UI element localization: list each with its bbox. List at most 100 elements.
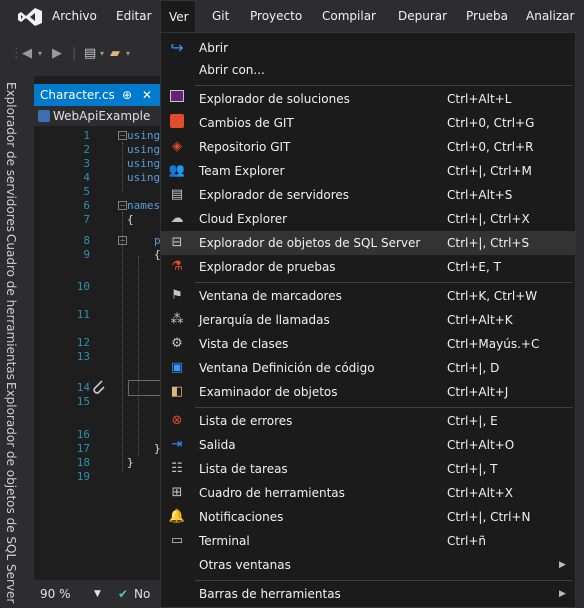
solution-explorer-icon [167,90,187,108]
check-circle-icon: ✔ [118,587,129,601]
menu-item-explorador-pruebas[interactable]: ⚗ Explorador de pruebas Ctrl+E, T [161,255,575,279]
menu-analizar[interactable]: Analizar [518,0,582,32]
zoom-level[interactable]: 90 % [40,580,71,608]
code-line: { [127,213,134,226]
line-number: 1 [83,129,90,142]
menu-depurar[interactable]: Depurar [390,0,455,32]
fold-toggle[interactable]: − [118,236,127,245]
line-number: 4 [83,171,90,184]
toolbar: ⋮ ◀ ▾ ▶ | ▤ ▾ ▰ ▾ [0,32,160,76]
toolbar-separator: | [72,46,77,61]
back-icon[interactable]: ◀ [22,46,32,61]
menu-item-jerarquia-llamadas[interactable]: ⁂ Jerarquía de llamadas Ctrl+Alt+K [161,308,575,332]
menu-separator [195,580,573,581]
pin-icon[interactable]: ⊕ [122,84,132,106]
menu-item-otras-ventanas[interactable]: Otras ventanas ▶ [161,553,575,577]
document-tab[interactable]: Character.cs ⊕ ✕ [34,84,160,106]
issues-status[interactable]: No [134,580,150,608]
menu-item-definicion-codigo[interactable]: ▣ Ventana Definición de código Ctrl+|, D [161,356,575,380]
close-icon[interactable]: ✕ [142,84,152,106]
menu-item-repositorio-git[interactable]: ◈ Repositorio GIT Ctrl+0, Ctrl+R [161,135,575,159]
new-item-dropdown-icon[interactable]: ▾ [100,49,104,58]
object-browser-icon: ◧ [170,384,184,399]
toolbox-icon: ⊞ [171,485,183,500]
open-folder-icon[interactable]: ▰ [110,46,120,61]
tab-explorador-sql-server[interactable]: Explorador de objetos de SQL Server [4,382,18,603]
menu-item-cloud-explorer[interactable]: ☁ Cloud Explorer Ctrl+|, Ctrl+X [161,207,575,231]
line-number: 14 [76,381,90,394]
redo-arrow-icon: ↪ [170,38,184,57]
line-number: 6 [83,199,90,212]
menu-item-abrir[interactable]: ↪ Abrir [161,36,575,60]
menu-item-explorador-soluciones[interactable]: Explorador de soluciones Ctrl+Alt+L [161,87,575,111]
menu-item-notificaciones[interactable]: 🔔 Notificaciones Ctrl+|, Ctrl+N [161,505,575,529]
navigation-bar[interactable]: WebApiExample [34,106,160,126]
code-definition-icon: ▣ [170,360,184,375]
menu-ver[interactable]: Ver [160,0,196,32]
menu-item-lista-tareas[interactable]: ☷ Lista de tareas Ctrl+|, T [161,457,575,481]
project-icon [38,110,50,122]
new-item-icon[interactable]: ▤ [84,46,96,61]
line-number: 11 [76,308,90,321]
menu-editar[interactable]: Editar [108,0,160,32]
menu-item-vista-clases[interactable]: ⚙ Vista de clases Ctrl+Mayús.+C [161,332,575,356]
menu-item-barras-herramientas[interactable]: Barras de herramientas ▶ [161,582,575,606]
menu-item-explorador-servidores[interactable]: ▤ Explorador de servidores Ctrl+Alt+S [161,183,575,207]
class-view-icon: ⚙ [171,336,183,351]
fold-toggle[interactable]: − [118,201,127,210]
menu-item-cuadro-herramientas[interactable]: ⊞ Cuadro de herramientas Ctrl+Alt+X [161,481,575,505]
terminal-icon: ▭ [170,533,184,548]
menu-item-explorador-sql-server[interactable]: ⊟ Explorador de objetos de SQL Server Ct… [161,231,575,255]
code-editor[interactable]: Character.cs ⊕ ✕ WebApiExample 1 2 3 4 5… [34,76,162,608]
menu-proyecto[interactable]: Proyecto [242,0,310,32]
code-line: using [127,129,161,142]
line-number: 5 [83,185,90,198]
menu-separator [195,85,573,86]
call-hierarchy-icon: ⁂ [170,312,184,327]
tab-explorador-servidores[interactable]: Explorador de servidores [4,82,18,232]
sql-server-icon: ⊟ [171,235,183,250]
cloud-icon: ☁ [170,211,184,226]
line-number: 9 [83,248,90,261]
menu-item-ventana-marcadores[interactable]: ⚑ Ventana de marcadores Ctrl+K, Ctrl+W [161,284,575,308]
visual-studio-logo-icon [18,8,42,26]
git-changes-icon [167,114,187,132]
code-line: } [127,456,134,469]
menu-item-terminal[interactable]: ▭ Terminal Ctrl+ñ [161,529,575,553]
menu-item-salida[interactable]: ⇥ Salida Ctrl+Alt+O [161,433,575,457]
menu-item-lista-errores[interactable]: ⊗ Lista de errores Ctrl+|, E [161,409,575,433]
error-list-icon: ⊗ [171,413,183,428]
submenu-arrow-icon: ▶ [559,560,566,570]
forward-icon[interactable]: ▶ [52,46,62,61]
menu-item-examinador-objetos[interactable]: ◧ Examinador de objetos Ctrl+Alt+J [161,380,575,404]
menu-compilar[interactable]: Compilar [314,0,384,32]
tab-cuadro-herramientas[interactable]: Cuadro de herramientas [4,234,18,380]
menu-git[interactable]: Git [204,0,237,32]
line-number: 7 [83,213,90,226]
editor-status-bar: 90 % ▼ ✔ No [34,580,160,608]
menu-item-cambios-git[interactable]: Cambios de GIT Ctrl+0, Ctrl+G [161,111,575,135]
open-dropdown-icon[interactable]: ▾ [126,49,130,58]
line-number: 10 [76,280,90,293]
code-line: names [127,199,161,212]
fold-toggle[interactable]: − [118,131,127,140]
bell-icon: 🔔 [168,509,186,524]
chevron-down-icon[interactable]: ▼ [94,580,101,608]
server-explorer-icon: ▤ [170,187,184,202]
output-icon: ⇥ [171,437,183,452]
line-number: 3 [83,157,90,170]
code-line: using [127,171,161,184]
menu-prueba[interactable]: Prueba [458,0,516,32]
indent-guide [138,256,139,456]
paperclip-icon[interactable] [92,379,106,395]
menu-archivo[interactable]: Archivo [44,0,105,32]
menu-item-team-explorer[interactable]: 👥 Team Explorer Ctrl+|, Ctrl+M [161,159,575,183]
menu-separator [195,282,573,283]
line-number: 17 [76,442,90,455]
line-number: 8 [83,234,90,247]
side-tool-panel: Explorador de servidores Cuadro de herra… [0,76,34,608]
back-dropdown-icon[interactable]: ▾ [38,49,42,58]
line-number: 16 [76,428,90,441]
menu-item-abrir-con[interactable]: Abrir con... [161,58,575,82]
team-explorer-icon: 👥 [168,163,186,178]
